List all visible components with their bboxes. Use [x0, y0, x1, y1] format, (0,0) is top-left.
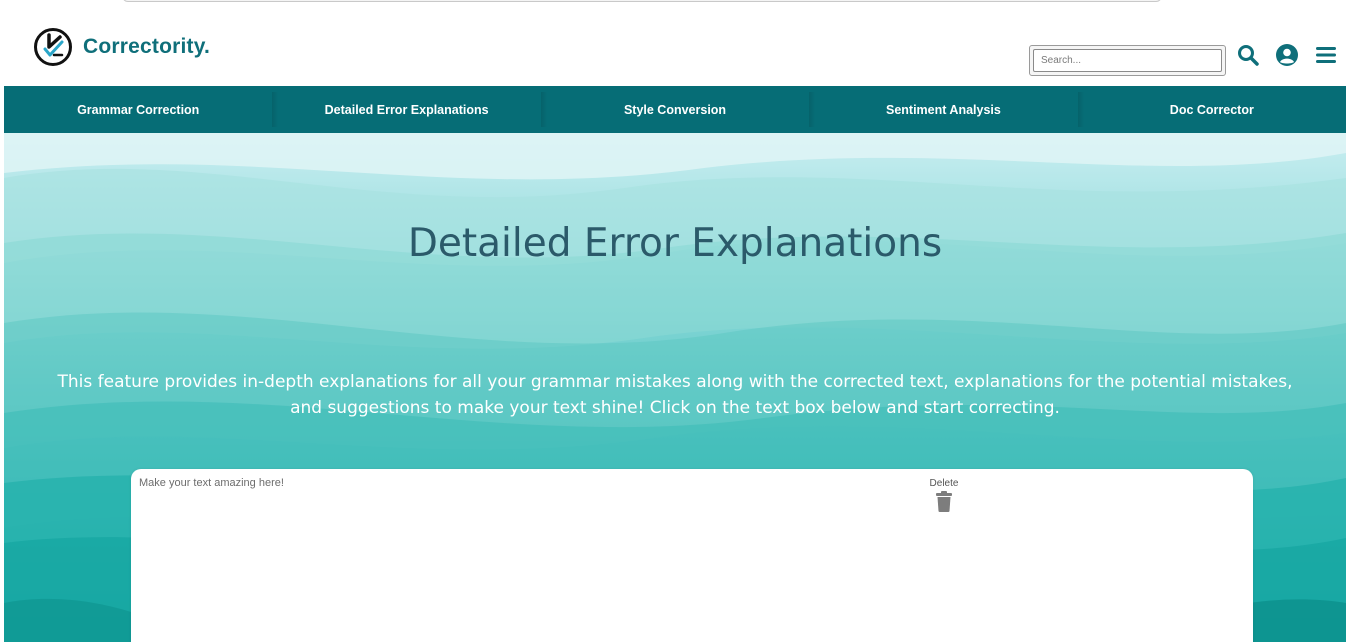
logo-check-icon	[34, 28, 72, 66]
brand-name: Correctority.	[83, 35, 211, 58]
account-circle-icon[interactable]	[1275, 43, 1299, 67]
nav-style-conversion[interactable]: Style Conversion	[540, 86, 809, 133]
search-input[interactable]	[1033, 49, 1222, 72]
nav-doc-corrector[interactable]: Doc Corrector	[1077, 86, 1346, 133]
text-editor-card: Delete	[131, 469, 1253, 642]
delete-button[interactable]: Delete	[924, 478, 964, 512]
menu-icon[interactable]	[1314, 43, 1338, 67]
text-input-area[interactable]	[139, 477, 899, 637]
search-icon[interactable]	[1236, 43, 1260, 67]
search-box	[1029, 45, 1226, 76]
feature-description: This feature provides in-depth explanati…	[57, 372, 1293, 418]
brand-logo[interactable]: Correctority.	[34, 28, 210, 66]
main-navigation: Grammar Correction Detailed Error Explan…	[4, 86, 1346, 133]
address-bar[interactable]	[122, 0, 1162, 2]
delete-label: Delete	[929, 478, 959, 489]
nav-detailed-error-explanations[interactable]: Detailed Error Explanations	[272, 86, 540, 133]
trash-icon	[936, 491, 952, 512]
nav-sentiment-analysis[interactable]: Sentiment Analysis	[809, 86, 1077, 133]
page-title: Detailed Error Explanations	[407, 221, 943, 266]
site-header: Correctority.	[4, 6, 1346, 86]
nav-grammar-correction[interactable]: Grammar Correction	[4, 86, 272, 133]
